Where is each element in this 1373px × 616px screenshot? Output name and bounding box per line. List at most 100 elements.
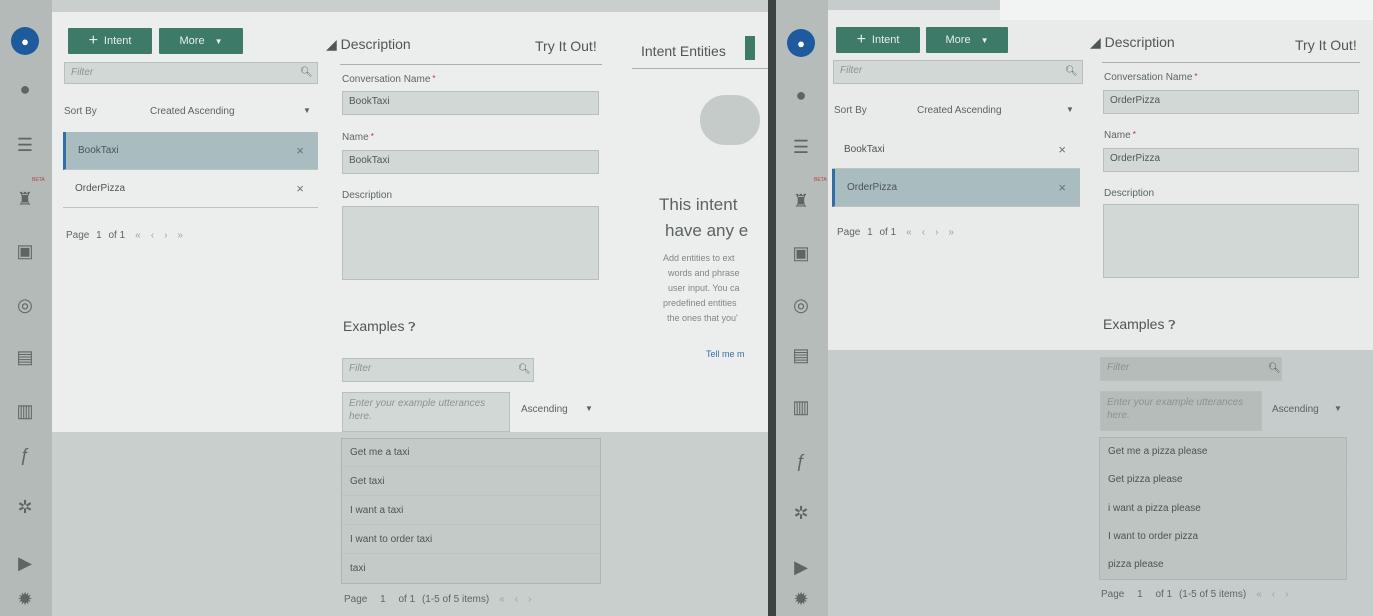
beta-badge: BETA — [814, 177, 827, 183]
divider — [340, 64, 602, 65]
add-intent-button[interactable]: + Intent — [68, 28, 152, 54]
sort-caret-icon[interactable]: ▼ — [1334, 404, 1342, 413]
robot-icon[interactable]: ♜ — [786, 186, 816, 216]
caret-down-icon: ▼ — [214, 36, 223, 46]
description-textarea[interactable] — [1103, 204, 1359, 278]
chat-bubble-icon[interactable]: ● — [10, 74, 40, 104]
examples-filter-input[interactable]: Filter — [1100, 357, 1282, 381]
left-screen: ● ● ☰ BETA ♜ ▣ ◎ ▤ ▥ ƒ ✲ ▶ ✹ + Intent Mor… — [0, 0, 768, 616]
pager-nav-icons[interactable]: «‹› — [499, 594, 541, 605]
function-icon[interactable]: ƒ — [10, 440, 40, 470]
plus-icon: + — [856, 31, 866, 48]
search-icon[interactable]: 🔍︎ — [518, 364, 531, 375]
divider — [1102, 62, 1360, 63]
name-input[interactable]: BookTaxi — [342, 150, 599, 174]
example-row[interactable]: I want to order pizza — [1100, 522, 1346, 551]
example-row[interactable]: Get me a pizza please — [1100, 437, 1346, 466]
tell-me-more-link[interactable]: Tell me m — [706, 349, 745, 359]
pager-nav-icons[interactable]: «‹› — [1256, 589, 1298, 600]
example-row[interactable]: i want a pizza please — [1100, 494, 1346, 523]
bar-chart-icon[interactable]: ▥ — [786, 392, 816, 422]
pager-nav-icons[interactable]: «‹›» — [135, 230, 193, 241]
plus-icon: + — [88, 32, 98, 49]
examples-filter-input[interactable]: Filter — [342, 358, 534, 382]
divider — [632, 68, 768, 69]
translate-icon[interactable]: ▣ — [10, 236, 40, 266]
pager-nav-icons[interactable]: «‹›» — [906, 227, 964, 238]
description-textarea[interactable] — [342, 206, 599, 280]
example-row[interactable]: Get me a taxi — [342, 438, 600, 467]
conversation-name-input[interactable]: OrderPizza — [1103, 90, 1359, 114]
delete-icon[interactable]: × — [1058, 180, 1066, 195]
more-button[interactable]: More ▼ — [926, 27, 1008, 53]
right-screen: ● ● ☰ BETA ♜ ▣ ◎ ▤ ▥ ƒ ✲ ▶ ✹ + Intent Mor… — [776, 0, 1373, 616]
description-header[interactable]: ◢ Description — [326, 36, 411, 53]
search-icon[interactable]: 🔍︎ — [300, 67, 313, 78]
search-icon[interactable]: 🔍︎ — [1268, 363, 1281, 374]
add-intent-button[interactable]: + Intent — [836, 27, 920, 53]
empty-state-line-2: have any e — [665, 221, 749, 240]
bug-icon[interactable]: ✹ — [10, 584, 40, 614]
sort-select[interactable]: Created Ascending — [917, 105, 1002, 116]
qna-icon[interactable]: ◎ — [10, 290, 40, 320]
utterance-input[interactable]: Enter your example utterances here. — [1100, 391, 1262, 431]
example-row[interactable]: pizza please — [1100, 550, 1346, 579]
qna-icon[interactable]: ◎ — [786, 290, 816, 320]
intent-item-orderpizza[interactable]: OrderPizza × — [63, 170, 318, 208]
intent-item-orderpizza[interactable]: OrderPizza × — [832, 169, 1080, 207]
example-row[interactable]: Get taxi — [342, 467, 600, 496]
delete-icon[interactable]: × — [296, 181, 304, 196]
bug-icon[interactable]: ✹ — [786, 584, 816, 614]
entities-add-button[interactable] — [745, 36, 755, 60]
play-icon[interactable]: ▶ — [786, 552, 816, 582]
example-row[interactable]: I want a taxi — [342, 496, 600, 525]
top-right-overlay — [1000, 0, 1373, 20]
bot-icon[interactable]: ● — [10, 26, 40, 56]
function-icon[interactable]: ƒ — [786, 446, 816, 476]
intent-filter-input[interactable]: Filter — [833, 60, 1083, 84]
intent-filter-input[interactable]: Filter — [64, 62, 318, 84]
help-icon: ❓︎ — [408, 320, 416, 334]
description-header[interactable]: ◢ Description — [1090, 34, 1175, 51]
example-row[interactable]: taxi — [342, 554, 600, 583]
gear-icon[interactable]: ✲ — [10, 492, 40, 522]
intent-item-booktaxi[interactable]: BookTaxi × — [832, 131, 1080, 169]
examples-title: Examples ❓︎ — [343, 318, 416, 334]
clipboard-icon[interactable]: ▤ — [10, 342, 40, 372]
help-text-line: predefined entities — [663, 298, 737, 308]
robot-icon[interactable]: ♜ — [10, 184, 40, 214]
chat-bubble-icon[interactable]: ● — [786, 80, 816, 110]
try-it-out-link[interactable]: Try It Out! — [1295, 37, 1357, 53]
delete-icon[interactable]: × — [296, 143, 304, 158]
sort-select[interactable]: Created Ascending — [150, 106, 235, 117]
utterance-input[interactable]: Enter your example utterances here. — [342, 392, 510, 432]
help-text-line: the ones that you' — [667, 313, 738, 323]
sort-caret-icon[interactable]: ▼ — [585, 404, 593, 413]
bot-icon[interactable]: ● — [786, 28, 816, 58]
bar-chart-icon[interactable]: ▥ — [10, 396, 40, 426]
more-button[interactable]: More ▼ — [159, 28, 243, 54]
empty-state-line-1: This intent — [659, 195, 738, 214]
delete-icon[interactable]: × — [1058, 142, 1066, 157]
play-icon[interactable]: ▶ — [10, 548, 40, 578]
intent-item-booktaxi[interactable]: BookTaxi × — [63, 132, 318, 170]
search-icon[interactable]: 🔍︎ — [1065, 66, 1078, 77]
conversation-name-label: Conversation Name * — [342, 74, 436, 85]
try-it-out-link[interactable]: Try It Out! — [535, 38, 597, 54]
clipboard-icon[interactable]: ▤ — [786, 340, 816, 370]
sort-caret-icon[interactable]: ▼ — [1066, 105, 1074, 114]
list-icon[interactable]: ☰ — [10, 130, 40, 160]
conversation-name-input[interactable]: BookTaxi — [342, 91, 599, 115]
description-label: Description — [342, 190, 393, 201]
examples-sort-select[interactable]: Ascending — [1272, 404, 1319, 415]
list-icon[interactable]: ☰ — [786, 132, 816, 162]
caret-down-icon: ▼ — [980, 35, 989, 45]
translate-icon[interactable]: ▣ — [786, 238, 816, 268]
example-row[interactable]: Get pizza please — [1100, 465, 1346, 494]
conversation-name-label: Conversation Name * — [1104, 72, 1198, 83]
gear-icon[interactable]: ✲ — [786, 498, 816, 528]
name-input[interactable]: OrderPizza — [1103, 148, 1359, 172]
sort-caret-icon[interactable]: ▼ — [303, 106, 311, 115]
example-row[interactable]: I want to order taxi — [342, 525, 600, 554]
examples-sort-select[interactable]: Ascending — [521, 404, 568, 415]
